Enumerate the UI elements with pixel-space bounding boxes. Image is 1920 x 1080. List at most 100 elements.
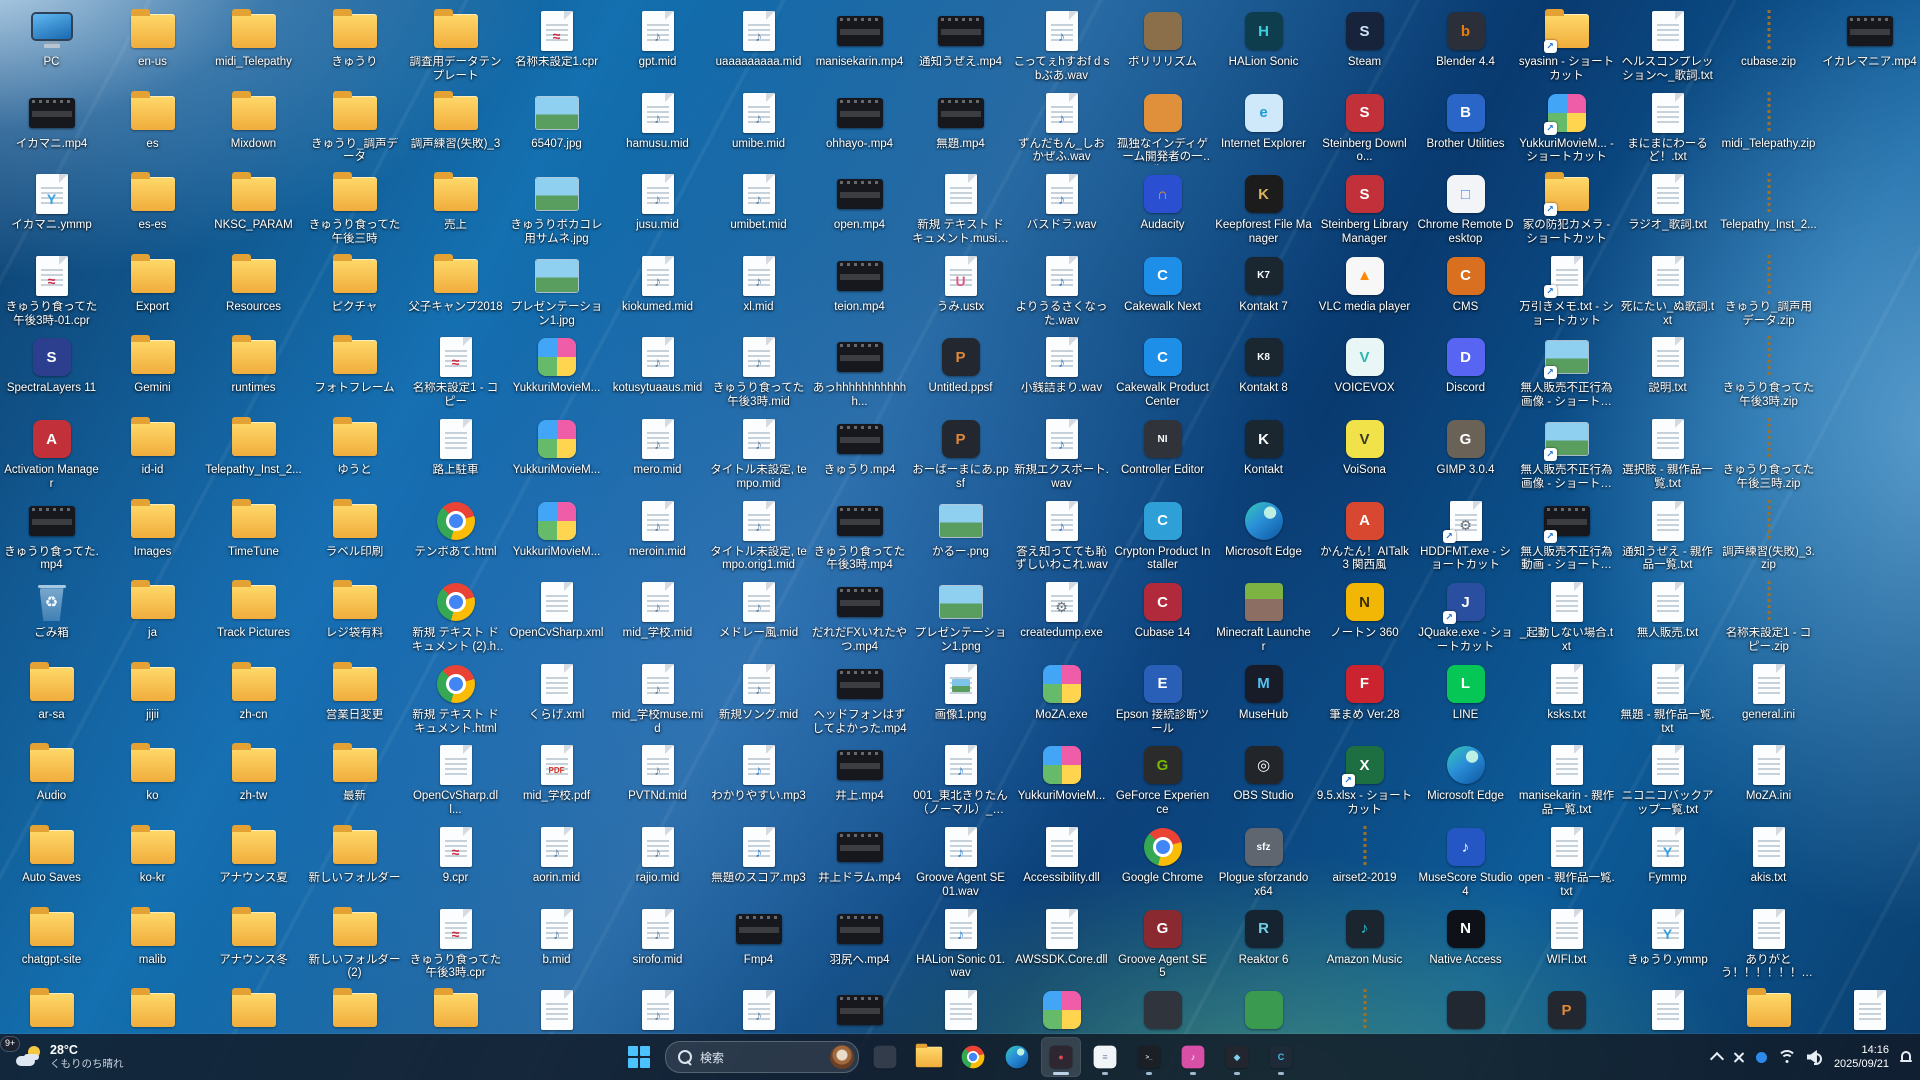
desktop-icon[interactable]: きゅうり食ってた午後3時.zip bbox=[1720, 334, 1817, 410]
desktop-icon[interactable] bbox=[912, 987, 1009, 1035]
desktop-icon[interactable]: イカマニ.mp4 bbox=[3, 90, 100, 152]
desktop-icon[interactable]: ♻ ごみ箱 bbox=[3, 579, 100, 641]
desktop-icon[interactable]: 新しいフォルダー bbox=[306, 824, 403, 886]
desktop-icon[interactable]: アナウンス夏 bbox=[205, 824, 302, 886]
desktop-icon[interactable]: ♪ Groove Agent SE 01.wav bbox=[912, 824, 1009, 900]
terminal-button[interactable]: >_ bbox=[1129, 1037, 1169, 1077]
desktop-icon[interactable]: ♪ kotusytuaaus.mid bbox=[609, 334, 706, 396]
desktop-icon[interactable]: Y イカマニ.ymmp bbox=[3, 171, 100, 233]
desktop-icon[interactable]: アナウンス冬 bbox=[205, 906, 302, 968]
desktop-icon[interactable]: きゅうり bbox=[306, 8, 403, 70]
desktop-icon[interactable] bbox=[1720, 987, 1817, 1035]
desktop-icon[interactable] bbox=[1114, 987, 1211, 1035]
desktop-icon[interactable]: ♪ 小銭詰まり.wav bbox=[1013, 334, 1110, 396]
notification-bell-icon[interactable] bbox=[1900, 1050, 1912, 1064]
desktop-icon[interactable]: C Cubase 14 bbox=[1114, 579, 1211, 641]
desktop-icon[interactable]: ゆうと bbox=[306, 416, 403, 478]
desktop-icon[interactable]: イカレマニア.mp4 bbox=[1821, 8, 1918, 70]
desktop-icon[interactable]: N Native Access bbox=[1417, 906, 1514, 968]
desktop-icon[interactable]: OpenCvSharp.dll... bbox=[407, 742, 504, 818]
music-app-button[interactable]: ♪ bbox=[1173, 1037, 1213, 1077]
desktop-icon[interactable]: Google Chrome bbox=[1114, 824, 1211, 886]
desktop-icon[interactable]: 孤独なインディゲーム開発者の一生... bbox=[1114, 90, 1211, 166]
desktop-icon[interactable]: Images bbox=[104, 498, 201, 560]
desktop-icon[interactable]: ♪ rajio.mid bbox=[609, 824, 706, 886]
desktop-icon[interactable]: NKSC_PARAM bbox=[205, 171, 302, 233]
desktop-icon[interactable]: G GeForce Experience bbox=[1114, 742, 1211, 818]
desktop-icon[interactable]: ♪ ずんだもん_しおかぜふ.wav bbox=[1013, 90, 1110, 166]
desktop-icon[interactable] bbox=[1821, 987, 1918, 1035]
desktop-icon[interactable]: N ノートン 360 bbox=[1316, 579, 1413, 641]
desktop-icon[interactable]: V VOICEVOX bbox=[1316, 334, 1413, 396]
desktop-icon[interactable]: ♪ gpt.mid bbox=[609, 8, 706, 70]
desktop-icon[interactable]: ↗ 無人販売不正行為画像 - ショートカッ... bbox=[1518, 334, 1615, 410]
tray-x-icon[interactable] bbox=[1733, 1051, 1745, 1063]
desktop-icon[interactable]: J ↗ JQuake.exe - ショートカット bbox=[1417, 579, 1514, 655]
desktop-icon[interactable]: chatgpt-site bbox=[3, 906, 100, 968]
desktop-icon[interactable]: R Reaktor 6 bbox=[1215, 906, 1312, 968]
desktop-icon[interactable]: 説明.txt bbox=[1619, 334, 1716, 396]
desktop-icon[interactable] bbox=[1316, 987, 1413, 1035]
desktop-icon[interactable]: ♪ mero.mid bbox=[609, 416, 706, 478]
desktop-icon[interactable] bbox=[1215, 987, 1312, 1035]
desktop-icon[interactable]: 通知うぜえ - 親作品一覧.txt bbox=[1619, 498, 1716, 574]
desktop-icon[interactable]: ◎ OBS Studio bbox=[1215, 742, 1312, 804]
desktop-icon[interactable]: きゅうり_調声データ bbox=[306, 90, 403, 166]
desktop-icon[interactable]: きゅうりボカコレ用サムネ.jpg bbox=[508, 171, 605, 247]
desktop-icon[interactable]: Export bbox=[104, 253, 201, 315]
desktop-icon[interactable]: 新規 テキスト ドキュメント.musicxml bbox=[912, 171, 1009, 247]
desktop-icon[interactable]: ♪ mid_学校muse.mid bbox=[609, 661, 706, 737]
desktop-icon[interactable]: かるー.png bbox=[912, 498, 1009, 560]
active-recorder-button[interactable]: ● bbox=[1041, 1037, 1081, 1077]
desktop-icon[interactable]: Minecraft Launcher bbox=[1215, 579, 1312, 655]
desktop-icon[interactable]: b Blender 4.4 bbox=[1417, 8, 1514, 70]
desktop-icon[interactable]: 調声練習(失敗)_3.zip bbox=[1720, 498, 1817, 574]
desktop-icon[interactable]: ♪ bbox=[609, 987, 706, 1035]
tray-blue-app-icon[interactable] bbox=[1755, 1051, 1767, 1063]
desktop-icon[interactable]: ↗ 無人販売不正行為画像 - ショートカット bbox=[1518, 416, 1615, 492]
desktop-icon[interactable]: ニコニコバックアップ一覧.txt bbox=[1619, 742, 1716, 818]
desktop-icon[interactable]: きゅうり_調声用データ.zip bbox=[1720, 253, 1817, 329]
desktop-icon[interactable]: general.ini bbox=[1720, 661, 1817, 723]
desktop-icon[interactable]: ▲ VLC media player bbox=[1316, 253, 1413, 315]
desktop-icon[interactable]: ♪ わかりやすい.mp3 bbox=[710, 742, 807, 804]
desktop-icon[interactable]: 名称未設定1 - コピー.zip bbox=[1720, 579, 1817, 655]
desktop-icon[interactable]: ♪ きゅうり食ってた午後3時.mid bbox=[710, 334, 807, 410]
desktop-icon[interactable]: PC bbox=[3, 8, 100, 70]
desktop-icon[interactable]: ↗ YukkuriMovieM... - ショートカット bbox=[1518, 90, 1615, 166]
desktop-icon[interactable]: Telepathy_Inst_2... bbox=[1720, 171, 1817, 233]
desktop-icon[interactable]: きゅうり食ってた午後三時 bbox=[306, 171, 403, 247]
desktop-icon[interactable]: G GIMP 3.0.4 bbox=[1417, 416, 1514, 478]
desktop-icon[interactable]: Audio bbox=[3, 742, 100, 804]
desktop-icon[interactable]: L LINE bbox=[1417, 661, 1514, 723]
desktop-icon[interactable]: ♪ meroin.mid bbox=[609, 498, 706, 560]
desktop-icon[interactable]: YukkuriMovieM... bbox=[508, 334, 605, 396]
desktop-icon[interactable]: Track Pictures bbox=[205, 579, 302, 641]
desktop-icon[interactable]: テンポあて.html bbox=[407, 498, 504, 560]
desktop-icon[interactable]: プレゼンテーション1.png bbox=[912, 579, 1009, 655]
desktop-icon[interactable] bbox=[811, 987, 908, 1035]
desktop-icon[interactable]: D Discord bbox=[1417, 334, 1514, 396]
desktop-icon[interactable]: Gemini bbox=[104, 334, 201, 396]
desktop-icon[interactable]: NI Controller Editor bbox=[1114, 416, 1211, 478]
search-highlight-image[interactable] bbox=[830, 1045, 854, 1069]
cubase-button[interactable]: C bbox=[1261, 1037, 1301, 1077]
desktop-icon[interactable]: A かんたん！AITalk 3 関西風 bbox=[1316, 498, 1413, 574]
desktop-icon[interactable]: P bbox=[1518, 987, 1615, 1035]
start-button[interactable] bbox=[619, 1037, 659, 1077]
desktop-icon[interactable]: 無人販売.txt bbox=[1619, 579, 1716, 641]
desktop-icon[interactable]: F 筆まめ Ver.28 bbox=[1316, 661, 1413, 723]
desktop-icon[interactable]: S Steinberg Library Manager bbox=[1316, 171, 1413, 247]
desktop-icon[interactable]: ヘルスコンプレッション〜_歌詞.txt bbox=[1619, 8, 1716, 84]
desktop-icon[interactable]: ♪ 答え知ってても恥ずしいわこれ.wav bbox=[1013, 498, 1110, 574]
desktop-icon[interactable]: Microsoft Edge bbox=[1417, 742, 1514, 804]
desktop-icon[interactable]: ↗ syasinn - ショートカット bbox=[1518, 8, 1615, 84]
desktop-icon[interactable]: ♪ よりうるさくなった.wav bbox=[1013, 253, 1110, 329]
desktop-icon[interactable]: □ Chrome Remote Desktop bbox=[1417, 171, 1514, 247]
desktop-icon[interactable]: ♪ bbox=[710, 987, 807, 1035]
desktop-icon[interactable]: S Steinberg Downlo... bbox=[1316, 90, 1413, 166]
desktop-icon[interactable]: V VoiSona bbox=[1316, 416, 1413, 478]
desktop-icon[interactable] bbox=[1417, 987, 1514, 1035]
desktop-icon[interactable]: フォトフレーム bbox=[306, 334, 403, 396]
desktop-icon[interactable] bbox=[3, 987, 100, 1035]
